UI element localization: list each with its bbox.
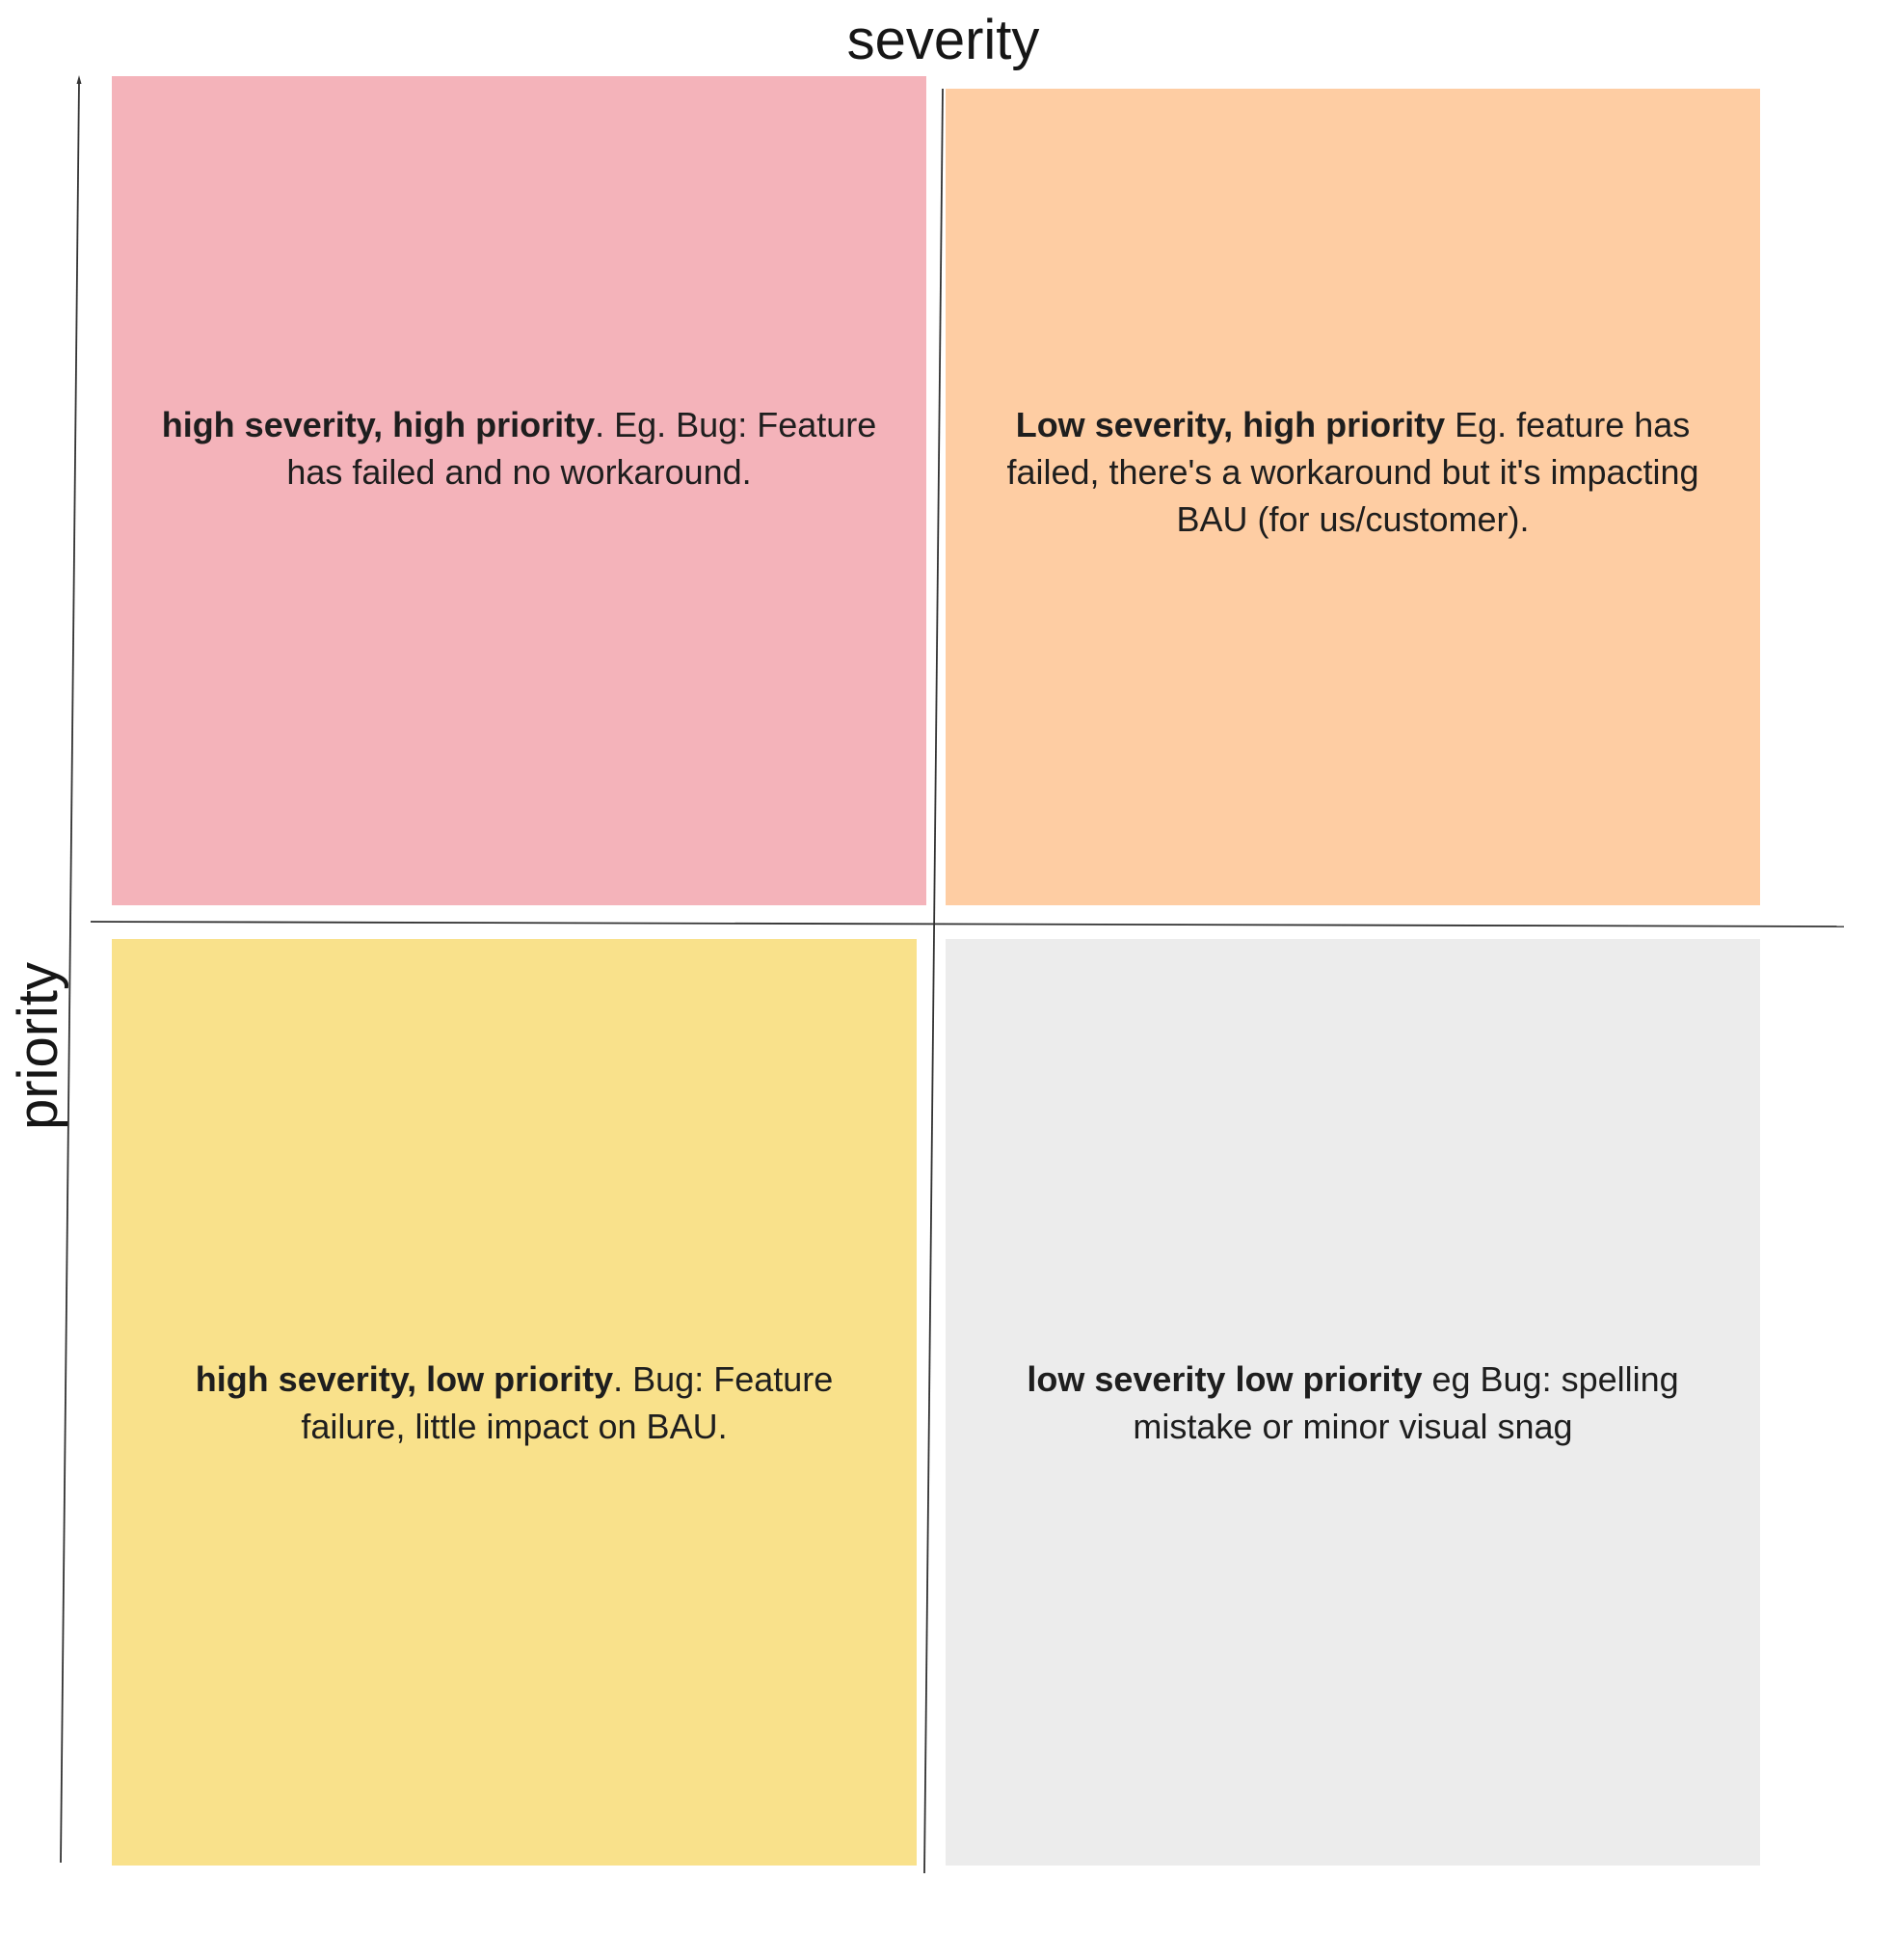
quadrant-ll-title: low severity low priority [1027,1358,1423,1399]
quadrant-hl-text: high severity, low priority. Bug: Featur… [150,1356,878,1450]
severity-axis-label: severity [0,6,1896,75]
priority-axis-arrowhead [76,75,82,84]
quadrant-hh-text: high severity, high priority. Eg. Bug: F… [150,401,888,496]
quadrant-lh-text: Low severity, high priority Eg. feature … [984,401,1722,543]
quadrant-lh-title: Low severity, high priority [1015,405,1446,444]
horizontal-divider-line [90,921,1845,927]
quadrant-hh-title: high severity, high priority [161,405,596,444]
quadrant-hl-title: high severity, low priority [195,1358,614,1399]
quadrant-low-severity-low-priority[interactable]: low severity low priority eg Bug: spelli… [946,939,1760,1866]
severity-axis-label-text: severity [846,9,1040,71]
quadrant-ll-text: low severity low priority eg Bug: spelli… [984,1356,1722,1450]
quadrant-low-severity-high-priority[interactable]: Low severity, high priority Eg. feature … [946,89,1760,905]
vertical-divider-line [923,88,944,1874]
quadrant-high-severity-high-priority[interactable]: high severity, high priority. Eg. Bug: F… [112,76,926,905]
priority-axis-label: priority [7,961,69,1131]
quadrant-high-severity-low-priority[interactable]: high severity, low priority. Bug: Featur… [112,939,917,1866]
